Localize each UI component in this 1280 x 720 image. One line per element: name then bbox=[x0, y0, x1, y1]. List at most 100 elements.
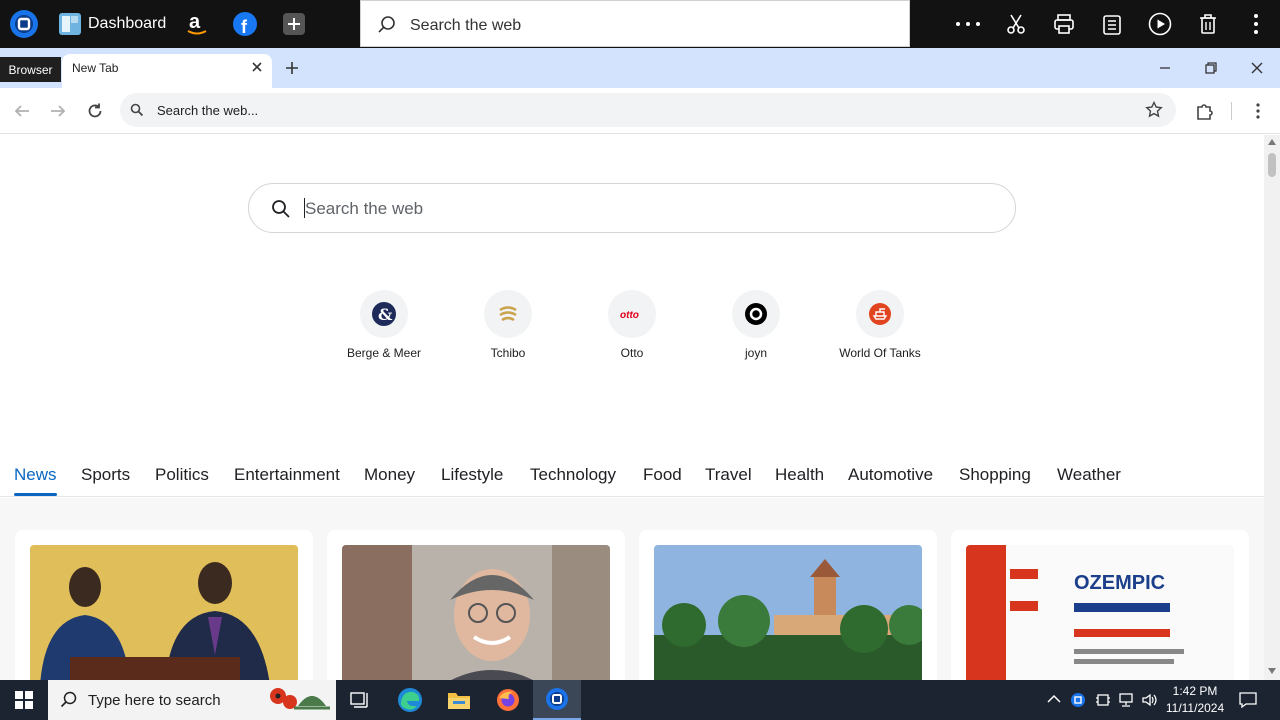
news-card-image: OZEMPIC bbox=[966, 545, 1234, 680]
news-card-image bbox=[654, 545, 922, 680]
otto-logo-icon: otto bbox=[608, 290, 656, 338]
toolbar-divider bbox=[1231, 102, 1232, 120]
tab-shopping[interactable]: Shopping bbox=[959, 465, 1031, 485]
notification-icon[interactable] bbox=[1239, 691, 1257, 709]
tab-travel[interactable]: Travel bbox=[705, 465, 752, 485]
dashboard-label[interactable]: Dashboard bbox=[88, 15, 166, 33]
tab-close-icon[interactable] bbox=[249, 59, 265, 75]
news-card[interactable] bbox=[15, 530, 313, 680]
news-card[interactable] bbox=[327, 530, 625, 680]
browser-badge: Browser bbox=[0, 57, 61, 82]
tile-world-of-tanks[interactable]: World Of Tanks bbox=[820, 290, 940, 370]
tab-automotive[interactable]: Automotive bbox=[848, 465, 933, 485]
tab-politics[interactable]: Politics bbox=[155, 465, 209, 485]
browser-menu-icon[interactable] bbox=[1255, 102, 1261, 120]
tray-browser-icon[interactable] bbox=[1070, 692, 1086, 708]
taskbar-firefox[interactable] bbox=[484, 680, 532, 720]
news-feed: OZEMPIC bbox=[0, 498, 1264, 680]
active-category-underline bbox=[14, 493, 57, 496]
tile-label: joyn bbox=[744, 346, 767, 360]
tab-technology[interactable]: Technology bbox=[530, 465, 616, 485]
news-card-image bbox=[342, 545, 610, 680]
omnibox[interactable]: Search the web... bbox=[120, 93, 1176, 127]
play-icon[interactable] bbox=[1144, 8, 1176, 40]
amazon-icon[interactable]: a bbox=[181, 8, 213, 40]
firefox-icon bbox=[497, 689, 519, 711]
tile-tchibo[interactable]: Tchibo bbox=[448, 290, 568, 370]
taskbar-search-placeholder: Type here to search bbox=[88, 692, 221, 709]
facebook-icon[interactable]: f bbox=[229, 8, 261, 40]
reload-icon[interactable] bbox=[86, 102, 104, 120]
page-scrollbar[interactable] bbox=[1264, 135, 1280, 680]
news-card-image bbox=[30, 545, 298, 680]
clock-date: 11/11/2024 bbox=[1165, 701, 1225, 715]
scissors-icon[interactable] bbox=[1000, 8, 1032, 40]
tab-lifestyle[interactable]: Lifestyle bbox=[441, 465, 503, 485]
tile-berge-meer[interactable]: & Berge & Meer bbox=[324, 290, 444, 370]
volume-icon[interactable] bbox=[1141, 692, 1159, 708]
folder-icon bbox=[448, 693, 470, 709]
restore-icon[interactable] bbox=[1203, 60, 1219, 76]
tchibo-logo-icon bbox=[484, 290, 532, 338]
news-card[interactable]: OZEMPIC bbox=[951, 530, 1249, 680]
bookmark-star-icon[interactable] bbox=[1145, 101, 1163, 119]
network-icon[interactable] bbox=[1118, 692, 1136, 708]
task-view-button[interactable] bbox=[336, 680, 384, 720]
taskbar-file-explorer[interactable] bbox=[435, 680, 483, 720]
tab-health[interactable]: Health bbox=[775, 465, 824, 485]
topbar-search-box[interactable]: Search the web bbox=[360, 0, 910, 47]
scroll-up-arrow-icon[interactable] bbox=[1268, 139, 1276, 145]
dashboard-icon[interactable] bbox=[54, 8, 86, 40]
main-search-placeholder: Search the web bbox=[305, 199, 424, 218]
taskbar: Type here to search 1:42 PM 11/11/2024 bbox=[0, 680, 1280, 720]
omnibox-search-icon bbox=[130, 103, 144, 117]
minimize-icon[interactable] bbox=[1157, 60, 1173, 76]
tile-joyn[interactable]: joyn bbox=[696, 290, 816, 370]
tab-title: New Tab bbox=[72, 61, 119, 75]
clipboard-icon[interactable] bbox=[1096, 8, 1128, 40]
tab-weather[interactable]: Weather bbox=[1057, 465, 1121, 485]
tab-sports[interactable]: Sports bbox=[81, 465, 130, 485]
tab-money[interactable]: Money bbox=[364, 465, 415, 485]
berge-meer-logo-icon: & bbox=[360, 290, 408, 338]
address-bar: Search the web... bbox=[0, 88, 1280, 134]
new-tab-plus-icon[interactable] bbox=[284, 60, 300, 76]
main-search-box[interactable]: Search the web bbox=[248, 183, 1016, 233]
tile-label: Otto bbox=[620, 346, 644, 360]
taskbar-browser-active[interactable] bbox=[533, 680, 581, 720]
joyn-logo-icon bbox=[732, 290, 780, 338]
extensions-puzzle-icon[interactable] bbox=[1195, 101, 1215, 121]
tab-entertainment[interactable]: Entertainment bbox=[234, 465, 340, 485]
new-tab-page: Search the web & Berge & Meer Tchibo ott… bbox=[0, 135, 1264, 680]
taskbar-clock[interactable]: 1:42 PM 11/11/2024 bbox=[1164, 683, 1226, 717]
news-card[interactable] bbox=[639, 530, 937, 680]
trash-icon[interactable] bbox=[1192, 8, 1224, 40]
search-icon bbox=[378, 16, 395, 33]
taskbar-search-box[interactable]: Type here to search bbox=[48, 680, 336, 720]
tab-food[interactable]: Food bbox=[643, 465, 682, 485]
tab-new-tab[interactable]: New Tab bbox=[62, 54, 272, 88]
back-arrow-icon[interactable] bbox=[13, 103, 31, 119]
tile-label: World Of Tanks bbox=[839, 346, 921, 360]
window-close-icon[interactable] bbox=[1249, 60, 1265, 76]
scroll-thumb[interactable] bbox=[1268, 153, 1276, 177]
tab-news[interactable]: News bbox=[14, 465, 57, 485]
tile-otto[interactable]: otto Otto bbox=[572, 290, 692, 370]
forward-arrow-icon[interactable] bbox=[49, 103, 67, 119]
more-dots-icon[interactable] bbox=[952, 8, 984, 40]
edge-icon bbox=[398, 688, 422, 712]
print-icon[interactable] bbox=[1048, 8, 1080, 40]
start-button[interactable] bbox=[0, 680, 48, 720]
taskbar-search-icon bbox=[60, 691, 77, 708]
svg-text:f: f bbox=[241, 17, 248, 37]
tray-expand-chevron-icon[interactable] bbox=[1047, 694, 1061, 704]
tray-device-icon[interactable] bbox=[1095, 692, 1111, 708]
app-logo-icon[interactable] bbox=[8, 8, 40, 40]
kebab-menu-icon[interactable] bbox=[1240, 8, 1272, 40]
main-search-icon bbox=[272, 200, 290, 218]
windows-logo-icon bbox=[15, 691, 33, 709]
add-shortcut-icon[interactable] bbox=[278, 8, 310, 40]
scroll-down-arrow-icon[interactable] bbox=[1268, 668, 1276, 674]
taskbar-edge[interactable] bbox=[386, 680, 434, 720]
poppy-helmet-icon bbox=[270, 688, 330, 710]
